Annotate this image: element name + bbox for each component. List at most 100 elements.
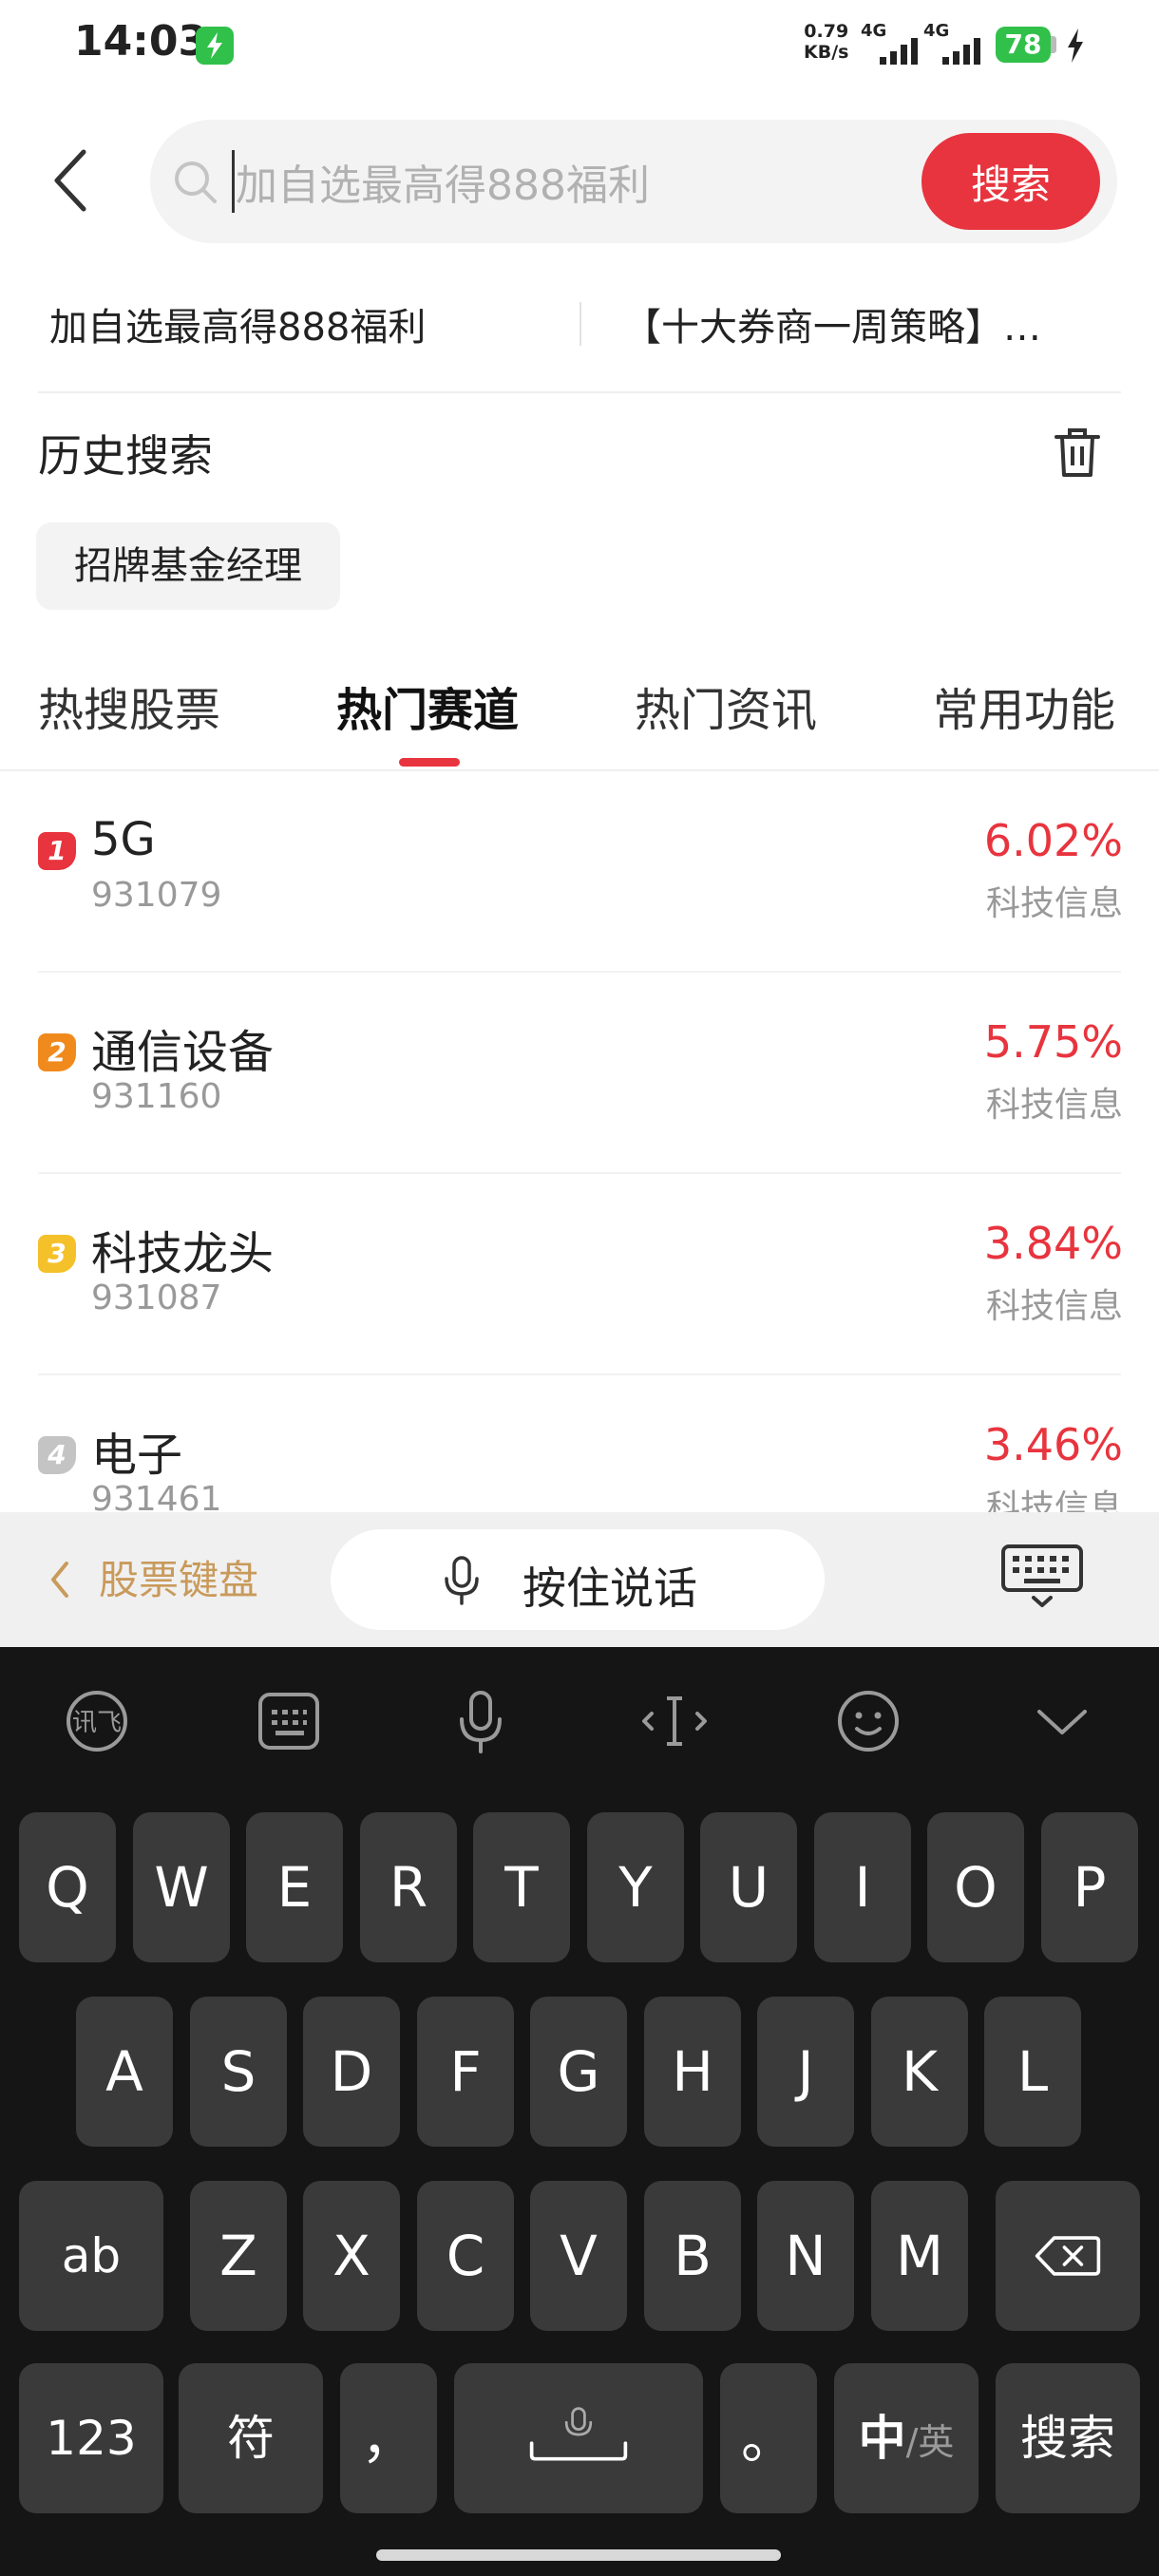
- key-i[interactable]: I: [814, 1812, 911, 1962]
- stock-keyboard-button[interactable]: 股票键盘: [99, 1548, 258, 1606]
- chevron-left-icon: [51, 1562, 68, 1598]
- key-n[interactable]: N: [757, 2181, 854, 2331]
- item-code: 931079: [91, 876, 222, 915]
- key-j[interactable]: J: [757, 1997, 854, 2147]
- backspace-icon: [1035, 2236, 1101, 2276]
- promo-divider: [580, 302, 581, 346]
- signal-2: 4G: [923, 21, 984, 65]
- key-p[interactable]: P: [1041, 1812, 1138, 1962]
- item-sector: 科技信息: [985, 1488, 1123, 1512]
- keyboard-toolbar: 股票键盘 按住说话: [0, 1512, 1159, 1647]
- list-item[interactable]: 1 5G 931079 6.02% 科技信息: [0, 771, 1159, 973]
- key-x[interactable]: X: [303, 2181, 400, 2331]
- hold-to-talk-label: 按住说话: [522, 1563, 697, 1614]
- key-symbols[interactable]: 符: [179, 2363, 323, 2513]
- key-language-toggle[interactable]: 中/英: [834, 2363, 978, 2513]
- network-speed-unit: KB/s: [804, 42, 849, 63]
- history-title: 历史搜索: [38, 430, 213, 482]
- battery-level: 78: [996, 27, 1051, 63]
- item-change: 6.02%: [983, 815, 1123, 866]
- battery-tip: [1051, 36, 1056, 53]
- soft-keyboard: 讯飞 Q W E R T Y U I O P A S D F G H J K L…: [0, 1647, 1159, 2576]
- key-numbers[interactable]: 123: [19, 2363, 163, 2513]
- signal-1: 4G: [861, 21, 922, 65]
- microphone-icon: [445, 1556, 479, 1605]
- promo-link-left[interactable]: 加自选最高得888福利: [49, 296, 426, 351]
- ifly-logo-icon[interactable]: 讯飞: [59, 1683, 135, 1759]
- item-change: 5.75%: [983, 1016, 1123, 1068]
- emoji-icon[interactable]: [830, 1683, 906, 1759]
- item-code: 931461: [91, 1480, 222, 1512]
- key-w[interactable]: W: [133, 1812, 230, 1962]
- charging-icon: [1068, 28, 1083, 63]
- status-bar: 14:03 0.79 KB/s 4G 4G 78: [0, 0, 1159, 91]
- key-c[interactable]: C: [417, 2181, 514, 2331]
- key-k[interactable]: K: [871, 1997, 968, 2147]
- item-sector: 科技信息: [985, 884, 1123, 923]
- item-name: 电子: [91, 1429, 183, 1482]
- key-e[interactable]: E: [246, 1812, 343, 1962]
- cursor-move-icon[interactable]: [636, 1683, 712, 1759]
- keyboard-icon[interactable]: [999, 1543, 1085, 1611]
- signal-bars-icon: [880, 38, 918, 65]
- list-item[interactable]: 2 通信设备 931160 5.75% 科技信息: [0, 973, 1159, 1174]
- item-sector: 科技信息: [985, 1086, 1123, 1125]
- space-key[interactable]: [454, 2363, 703, 2513]
- key-g[interactable]: G: [530, 1997, 627, 2147]
- rank-badge: 3: [38, 1235, 76, 1273]
- keyboard-layout-icon[interactable]: [251, 1683, 327, 1759]
- status-time: 14:03: [74, 17, 208, 66]
- key-v[interactable]: V: [530, 2181, 627, 2331]
- active-tab-indicator: [399, 758, 460, 767]
- tab-hot-tracks[interactable]: 热门赛道: [336, 672, 519, 739]
- back-icon[interactable]: [44, 142, 101, 218]
- key-d[interactable]: D: [303, 1997, 400, 2147]
- key-t[interactable]: T: [473, 1812, 570, 1962]
- hold-to-talk-button[interactable]: 按住说话: [331, 1529, 825, 1630]
- divider: [38, 391, 1121, 393]
- backspace-key[interactable]: [996, 2181, 1140, 2331]
- rank-badge: 2: [38, 1033, 76, 1071]
- key-m[interactable]: M: [871, 2181, 968, 2331]
- history-chip[interactable]: 招牌基金经理: [36, 522, 340, 610]
- key-a[interactable]: A: [76, 1997, 173, 2147]
- signal-bars-icon: [942, 38, 980, 65]
- key-period[interactable]: 。: [720, 2363, 817, 2513]
- item-sector: 科技信息: [985, 1287, 1123, 1326]
- promo-link-right[interactable]: 【十大券商一周策略】…: [623, 296, 1041, 351]
- search-button[interactable]: 搜索: [922, 133, 1100, 230]
- voice-input-icon[interactable]: [443, 1683, 519, 1759]
- tab-common-functions[interactable]: 常用功能: [933, 672, 1115, 739]
- text-cursor: [232, 150, 235, 213]
- list-item[interactable]: 3 科技龙头 931087 3.84% 科技信息: [0, 1174, 1159, 1375]
- item-change: 3.46%: [983, 1419, 1123, 1470]
- key-case-toggle[interactable]: ab: [19, 2181, 163, 2331]
- key-r[interactable]: R: [360, 1812, 457, 1962]
- item-name: 5G: [91, 813, 156, 866]
- search-input[interactable]: 加自选最高得888福利: [236, 151, 650, 212]
- tab-hot-news[interactable]: 热门资讯: [635, 672, 817, 739]
- home-indicator[interactable]: [376, 2549, 781, 2561]
- key-u[interactable]: U: [700, 1812, 797, 1962]
- search-box[interactable]: 加自选最高得888福利 搜索: [150, 120, 1117, 243]
- key-l[interactable]: L: [984, 1997, 1081, 2147]
- key-y[interactable]: Y: [587, 1812, 684, 1962]
- lang-secondary: /英: [905, 2421, 955, 2463]
- space-mic-icon: [529, 2407, 628, 2461]
- network-speed-value: 0.79: [804, 21, 849, 42]
- key-o[interactable]: O: [927, 1812, 1024, 1962]
- chevron-down-icon[interactable]: [1024, 1683, 1100, 1759]
- item-change: 3.84%: [983, 1218, 1123, 1269]
- key-q[interactable]: Q: [19, 1812, 116, 1962]
- keyboard-search-key[interactable]: 搜索: [996, 2363, 1140, 2513]
- key-comma[interactable]: ，: [340, 2363, 437, 2513]
- search-icon: [175, 161, 217, 203]
- tab-hot-stocks[interactable]: 热搜股票: [38, 672, 220, 739]
- key-b[interactable]: B: [644, 2181, 741, 2331]
- key-z[interactable]: Z: [190, 2181, 287, 2331]
- trash-icon[interactable]: [1053, 426, 1102, 479]
- list-item[interactable]: 4 电子 931461 3.46% 科技信息: [0, 1375, 1159, 1512]
- key-f[interactable]: F: [417, 1997, 514, 2147]
- key-s[interactable]: S: [190, 1997, 287, 2147]
- key-h[interactable]: H: [644, 1997, 741, 2147]
